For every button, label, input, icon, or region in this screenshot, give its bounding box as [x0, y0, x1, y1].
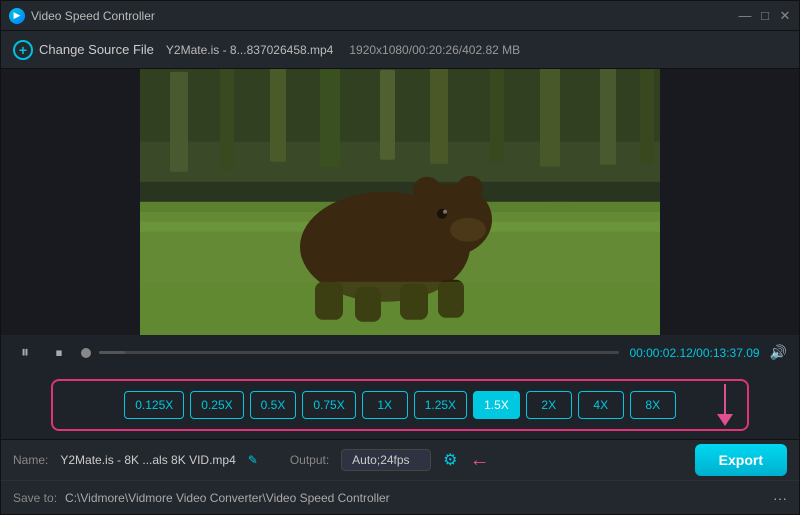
output-value[interactable]: Auto;24fps: [341, 449, 431, 471]
change-source-label: Change Source File: [39, 42, 154, 57]
stop-button[interactable]: ⏹: [47, 341, 71, 365]
progress-fill: [99, 351, 125, 354]
arrow-line: [724, 384, 726, 414]
app-icon: ▶: [9, 8, 25, 24]
file-meta: 1920x1080/00:20:26/402.82 MB: [349, 43, 520, 57]
toolbar: + Change Source File Y2Mate.is - 8...837…: [1, 31, 799, 69]
speed-buttons-group: 0.125X0.25X0.5X0.75X1X1.25X1.5X2X4X8X: [124, 391, 676, 419]
plus-icon: +: [13, 40, 33, 60]
maximize-button[interactable]: □: [759, 10, 771, 22]
name-value: Y2Mate.is - 8K ...als 8K VID.mp4: [60, 453, 235, 467]
video-frame: [140, 69, 660, 335]
window-controls: — □ ✕: [739, 10, 791, 22]
video-scene-svg: [140, 69, 660, 335]
speed-button-0125X[interactable]: 0.125X: [124, 391, 184, 419]
speed-button-075X[interactable]: 0.75X: [302, 391, 355, 419]
time-display: 00:00:02.12/00:13:37.09: [629, 346, 759, 360]
speed-button-4X[interactable]: 4X: [578, 391, 624, 419]
edit-icon[interactable]: ✎: [248, 453, 258, 467]
arrow-head: [717, 414, 733, 426]
speed-panel-wrapper: 0.125X0.25X0.5X0.75X1X1.25X1.5X2X4X8X: [1, 371, 799, 439]
speed-button-15X[interactable]: 1.5X: [473, 391, 520, 419]
file-name: Y2Mate.is - 8...837026458.mp4: [166, 43, 333, 57]
speed-button-1X[interactable]: 1X: [362, 391, 408, 419]
speed-button-8X[interactable]: 8X: [630, 391, 676, 419]
speed-panel: 0.125X0.25X0.5X0.75X1X1.25X1.5X2X4X8X: [51, 379, 749, 431]
bottom-row-main: Name: Y2Mate.is - 8K ...als 8K VID.mp4 ✎…: [1, 440, 799, 480]
video-thumbnail: [140, 69, 660, 335]
app-window: ▶ Video Speed Controller — □ ✕ + Change …: [0, 0, 800, 515]
output-label: Output:: [290, 453, 329, 467]
file-info: Y2Mate.is - 8...837026458.mp4 1920x1080/…: [166, 43, 520, 57]
close-button[interactable]: ✕: [779, 10, 791, 22]
controls-bar: ⏸ ⏹ 00:00:02.12/00:13:37.09 🔊: [1, 335, 799, 371]
volume-icon[interactable]: 🔊: [770, 344, 787, 361]
app-title: Video Speed Controller: [31, 9, 155, 23]
bottom-row-save: Save to: C:\Vidmore\Vidmore Video Conver…: [1, 480, 799, 514]
speed-button-125X[interactable]: 1.25X: [414, 391, 467, 419]
export-arrow-indicator: [717, 384, 733, 426]
change-source-button[interactable]: + Change Source File: [13, 40, 154, 60]
name-label: Name:: [13, 453, 48, 467]
save-label: Save to:: [13, 491, 57, 505]
left-arrow-indicator: ←: [470, 449, 490, 472]
video-area: [1, 69, 799, 335]
speed-button-025X[interactable]: 0.25X: [190, 391, 243, 419]
speed-button-2X[interactable]: 2X: [526, 391, 572, 419]
progress-track[interactable]: [99, 351, 619, 354]
title-bar: ▶ Video Speed Controller — □ ✕: [1, 1, 799, 31]
title-bar-left: ▶ Video Speed Controller: [9, 8, 155, 24]
pause-button[interactable]: ⏸: [13, 341, 37, 365]
settings-icon[interactable]: ⚙: [443, 450, 457, 470]
minimize-button[interactable]: —: [739, 10, 751, 22]
more-options-button[interactable]: ···: [773, 490, 787, 506]
progress-handle[interactable]: [81, 348, 91, 358]
progress-container: [81, 348, 619, 358]
save-path: C:\Vidmore\Vidmore Video Converter\Video…: [65, 491, 390, 505]
bottom-bar: Name: Y2Mate.is - 8K ...als 8K VID.mp4 ✎…: [1, 439, 799, 514]
speed-button-05X[interactable]: 0.5X: [250, 391, 297, 419]
export-button[interactable]: Export: [695, 444, 787, 476]
